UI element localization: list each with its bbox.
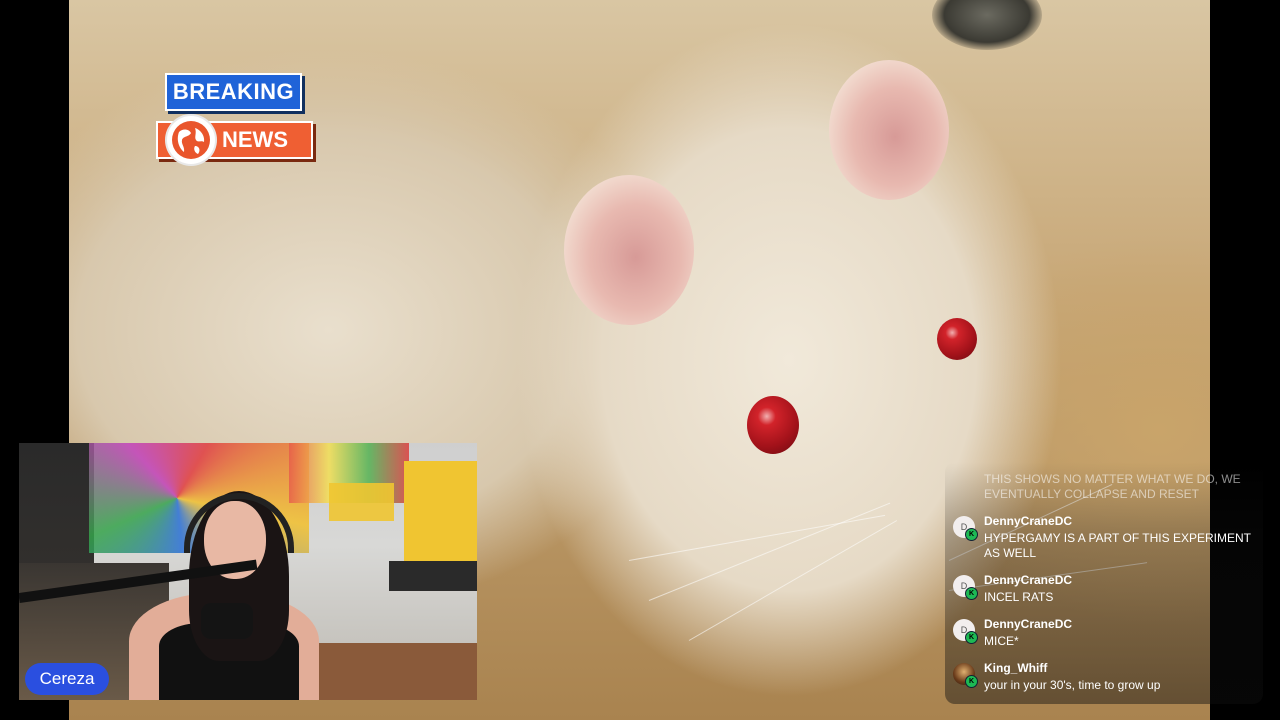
whisker bbox=[628, 514, 886, 561]
microphone-icon bbox=[201, 603, 253, 639]
kick-badge-icon: K bbox=[965, 675, 978, 688]
rat-ear-left bbox=[564, 175, 694, 325]
rat-eye-left bbox=[747, 396, 799, 454]
user-avatar: D K bbox=[953, 619, 978, 644]
whisker bbox=[688, 520, 898, 641]
chat-username[interactable]: DennyCraneDC bbox=[984, 514, 1072, 528]
yellow-board bbox=[329, 483, 394, 521]
breaking-label: BREAKING bbox=[165, 73, 302, 111]
chat-username[interactable]: King_Whiff bbox=[984, 661, 1047, 675]
rat-eye-right bbox=[937, 318, 977, 360]
floor bbox=[299, 643, 477, 700]
chat-username[interactable]: DennyCraneDC bbox=[984, 617, 1072, 631]
kick-badge-icon: K bbox=[965, 631, 978, 644]
chat-username[interactable]: DennyCraneDC bbox=[984, 573, 1072, 587]
table bbox=[389, 561, 477, 591]
user-avatar: D K bbox=[953, 575, 978, 600]
chat-overlay: THIS SHOWS NO MATTER WHAT WE DO, WE EVEN… bbox=[945, 462, 1263, 704]
globe-icon bbox=[167, 116, 215, 164]
streamer-name-badge: Cereza bbox=[25, 663, 109, 695]
chat-text: your in your 30's, time to grow up bbox=[984, 678, 1161, 692]
chat-text: INCEL RATS bbox=[984, 590, 1054, 604]
kick-badge-icon: K bbox=[965, 528, 978, 541]
rat-ear-right bbox=[829, 60, 949, 200]
cage-ring bbox=[932, 0, 1042, 50]
yellow-board bbox=[404, 461, 477, 561]
chat-text: HYPERGAMY IS A PART OF THIS EXPERIMENT A… bbox=[984, 531, 1251, 560]
user-avatar: D K bbox=[953, 516, 978, 541]
whisker bbox=[648, 502, 891, 601]
faded-chat-message: THIS SHOWS NO MATTER WHAT WE DO, WE EVEN… bbox=[984, 472, 1241, 501]
webcam-feed bbox=[19, 443, 477, 700]
chat-text: MICE* bbox=[984, 634, 1019, 648]
user-avatar: K bbox=[953, 663, 978, 688]
kick-badge-icon: K bbox=[965, 587, 978, 600]
